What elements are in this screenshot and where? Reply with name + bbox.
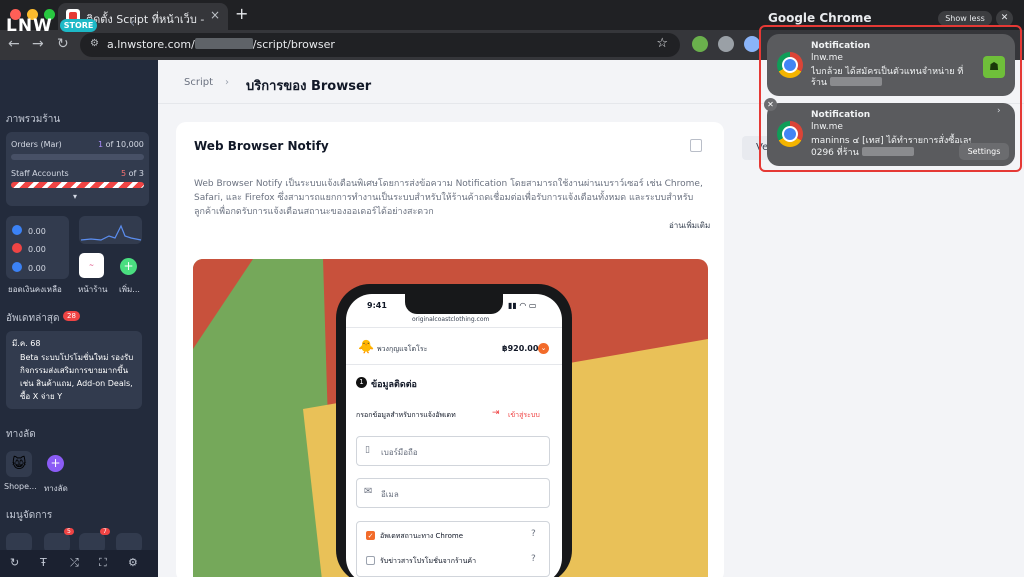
- panel-description: Web Browser Notify เป็นระบบแจ้งเตือนพิเศ…: [194, 179, 703, 217]
- copy-icon[interactable]: [690, 139, 702, 152]
- option-1-label: อัพเดทสถานะทาง Chrome: [380, 532, 464, 540]
- lnwstore-logo: LNW STORE: [6, 16, 98, 36]
- menu-title: เมนูจัดการ: [6, 510, 53, 521]
- updates-count-badge: 28: [63, 311, 80, 321]
- text-size-icon[interactable]: Ŧ: [40, 556, 47, 569]
- cart-name: พวงกุญแจโตโระ: [377, 345, 428, 353]
- shortcut-1-label: Shope...: [4, 482, 37, 491]
- options-box: [356, 521, 550, 577]
- url-host: a.lnwstore.com/: [107, 38, 195, 51]
- reload-icon[interactable]: ↻: [57, 36, 69, 52]
- back-arrow-icon[interactable]: ←: [8, 36, 20, 52]
- phone-divider-2: [346, 364, 562, 365]
- balance-3: 0.00: [28, 264, 46, 273]
- updates-title: อัพเดทล่าสุด: [6, 313, 60, 324]
- show-less-button[interactable]: Show less: [938, 11, 992, 26]
- refresh-icon[interactable]: ↻: [10, 556, 19, 569]
- phone-domain: originalcoastclothing.com: [412, 316, 490, 323]
- orders-label: Orders (Mar): [11, 140, 62, 149]
- step-title: ข้อมูลติดต่อ: [371, 380, 417, 390]
- page-title: บริการของ Browser: [246, 79, 372, 94]
- staff-label: Staff Accounts: [11, 169, 69, 178]
- orders-used: 1: [98, 140, 104, 149]
- staff-of: of 3: [128, 169, 144, 178]
- phone-divider: [346, 327, 562, 328]
- step-number-icon: 1: [356, 377, 367, 388]
- chrome-update-checkbox[interactable]: ✓: [366, 531, 375, 540]
- camera-extension-icon[interactable]: [718, 36, 734, 52]
- update-date: มี.ค. 68: [12, 339, 41, 348]
- panel-title: Web Browser Notify: [194, 139, 329, 153]
- phone-notch: [405, 294, 503, 314]
- url-redacted: [194, 38, 253, 49]
- breadcrumb-separator-icon: ›: [225, 77, 229, 88]
- menu-badge-2: 7: [100, 528, 110, 535]
- tab-title: ติดตั้ง Script ที่หน้าเว็บ - LnwSt: [86, 13, 204, 26]
- grammarly-extension-icon[interactable]: [692, 36, 708, 52]
- update-card[interactable]: มี.ค. 68 Beta ระบบโปรโมชั่นใหม่ รองรับกิ…: [6, 331, 142, 409]
- shop-thumbnail-icon[interactable]: ~: [79, 253, 104, 278]
- site-info-icon[interactable]: ⚙: [90, 38, 99, 49]
- cart-product-icon: 🐥: [358, 340, 375, 355]
- email-field[interactable]: ✉ อีเมล: [356, 478, 550, 508]
- staff-used: 5: [121, 169, 127, 178]
- help-icon[interactable]: ?: [531, 529, 536, 539]
- shortcut-2-label: ทางลัด: [44, 484, 68, 493]
- bookmark-star-icon[interactable]: ☆: [656, 36, 668, 51]
- highlight-box: [759, 25, 1022, 172]
- orders-of: of 10,000: [105, 140, 144, 149]
- login-icon[interactable]: ⇥: [492, 408, 500, 418]
- address-bar[interactable]: ⚙ a.lnwstore.com/ /script/browser ☆: [80, 33, 680, 57]
- sparkline-chart-icon: [80, 224, 142, 241]
- sales-sparkline[interactable]: [79, 216, 142, 244]
- settings-gear-icon[interactable]: ⚙: [128, 556, 138, 569]
- add-icon[interactable]: +: [120, 258, 137, 275]
- forward-arrow-icon[interactable]: →: [32, 36, 44, 52]
- help-icon-2[interactable]: ?: [531, 554, 536, 564]
- phone-number-field[interactable]: ▯ เบอร์มือถือ: [356, 436, 550, 466]
- collapse-sidebar-icon[interactable]: ‹: [130, 16, 135, 31]
- shuffle-icon[interactable]: ⤮: [70, 556, 79, 570]
- staff-progress: [11, 182, 144, 188]
- balance-2: 0.00: [28, 245, 46, 254]
- shortcuts-title: ทางลัด: [6, 429, 36, 440]
- email-placeholder: อีเมล: [381, 490, 399, 499]
- extension-icon[interactable]: [744, 36, 760, 52]
- new-tab-button[interactable]: +: [235, 4, 248, 23]
- update-text: Beta ระบบโปรโมชั่นใหม่ รองรับกิจกรรมส่งเ…: [20, 353, 134, 401]
- fullscreen-icon[interactable]: ⛶: [99, 556, 107, 570]
- login-link[interactable]: เข้าสู่ระบบ: [508, 410, 540, 421]
- mail-icon: ✉: [364, 486, 373, 497]
- balance-1: 0.00: [28, 227, 46, 236]
- sidebar-bottom-bar: ↻ Ŧ ⤮ ⛶ ⚙: [0, 550, 158, 577]
- breadcrumb[interactable]: Script: [184, 77, 213, 88]
- phone-placeholder: เบอร์มือถือ: [381, 448, 418, 457]
- cart-expand-icon[interactable]: ⌄: [538, 343, 549, 354]
- phone-status-icons: ▮▮ ◠ ▭: [508, 301, 537, 310]
- phone-time: 9:41: [367, 301, 387, 310]
- option-2-label: รับข่าวสารโปรโมชั่นจากร้านค้า: [380, 557, 477, 565]
- orders-progress: [11, 154, 144, 160]
- balance-caption: ยอดเงินคงเหลือ: [8, 285, 62, 294]
- cat-shortcut-icon[interactable]: 😸: [6, 451, 32, 477]
- overview-title: ภาพรวมร้าน: [6, 114, 61, 125]
- promo-checkbox[interactable]: [366, 556, 375, 565]
- notification-app-name: Google Chrome: [768, 11, 872, 25]
- chevron-down-icon[interactable]: ▾: [73, 192, 77, 201]
- tab-close-icon[interactable]: ×: [210, 8, 220, 22]
- add-shortcut-icon[interactable]: +: [47, 455, 64, 472]
- shop-caption: หน้าร้าน: [78, 285, 108, 294]
- receive-label: กรอกข้อมูลสำหรับการแจ้งอัพเดท: [356, 411, 456, 419]
- url-path: /script/browser: [252, 38, 335, 51]
- mobile-icon: ▯: [365, 445, 370, 455]
- cart-total: ฿920.00: [502, 344, 539, 353]
- read-more-link[interactable]: อ่านเพิ่มเติม: [669, 219, 710, 232]
- menu-badge-1: 5: [64, 528, 74, 535]
- more-caption: เพิ่ม...: [119, 285, 140, 294]
